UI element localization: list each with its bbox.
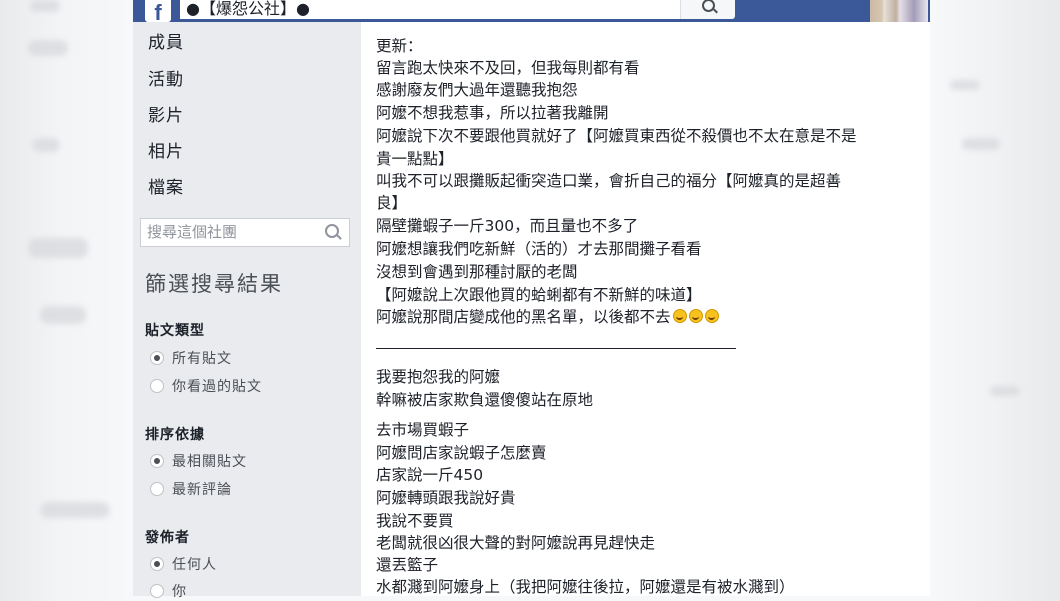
post-line: 老闆就很凶很大聲的對阿嬤說再見趕快走 [376,534,656,552]
post-content: 更新： 留言跑太快來不及回，但我每則都有看 感謝廢友們大過年還聽我抱怨 阿嬤不想… [361,22,930,596]
post-line: 良】 [376,194,408,212]
sidebar-item-files[interactable]: 檔案 [148,173,184,198]
radio-unchecked-icon[interactable] [150,379,164,393]
top-navigation-bar: f ●【爆怨公社】● [133,0,930,22]
facebook-logo-icon[interactable]: f [145,0,171,22]
post-line: 叫我不可以跟攤販起衝突造口業，會折自己的福分【阿嬤真的是超善 [376,172,842,190]
post-line: 幹嘛被店家欺負還傻傻站在原地 [376,391,594,409]
post-line: 留言跑太快來不及回，但我每則都有看 [376,59,640,77]
post-line: 店家說一斤450 [376,466,484,484]
search-icon[interactable] [325,224,339,238]
post-line: 還丟籃子 [376,556,439,574]
radio-checked-icon[interactable] [150,454,164,468]
divider-line [376,348,736,349]
sidebar-item-members[interactable]: 成員 [148,28,184,53]
search-icon [702,0,715,12]
post-line: 阿嬤不想我惹事，所以拉著我離開 [376,104,609,122]
sidebar-item-photos[interactable]: 相片 [148,137,184,162]
laughing-emoji-icon [672,309,687,323]
laughing-emoji-icon [688,309,703,323]
post-line: 我要抱怨我的阿嬤 [376,368,501,386]
group-name-search-text[interactable]: ●【爆怨公社】● [186,0,310,19]
group-sidebar: 成員 活動 影片 相片 檔案 篩選搜尋結果 貼文類型 所有貼文 你看過的貼文 排… [133,22,361,600]
post-line: 我說不要買 [376,512,454,530]
radio-checked-icon[interactable] [150,557,164,571]
post-line: 去市場買蝦子 [376,421,470,439]
post-line: 貴一點點】 [376,150,454,168]
posted-by-title: 發佈者 [145,530,190,546]
profile-avatar[interactable] [870,0,928,22]
top-search-bar[interactable]: ●【爆怨公社】● [180,0,735,19]
post-line: 阿嬤想讓我們吃新鮮（活的）才去那間攤子看看 [376,240,702,258]
radio-unchecked-icon[interactable] [150,482,164,496]
post-line: 阿嬤轉頭跟我說好貴 [376,489,516,507]
group-search-input[interactable] [147,222,307,242]
post-line: 沒想到會遇到那種討厭的老闆 [376,263,578,281]
sidebar-item-videos[interactable]: 影片 [148,101,184,126]
post-line: 阿嬤說下次不要跟他買就好了【阿嬤買東西從不殺價也不太在意是不是 [376,127,857,145]
filter-results-title: 篩選搜尋結果 [145,272,283,296]
post-line: 隔壁攤蝦子一斤300，而且量也不多了 [376,217,639,235]
search-button[interactable] [680,0,735,19]
post-line: 更新： [376,37,423,55]
group-search-box[interactable] [140,218,350,247]
post-line: 阿嬤問店家說蝦子怎麼賣 [376,444,547,462]
sidebar-item-events[interactable]: 活動 [148,65,184,90]
laughing-emoji-icon [704,309,719,323]
post-type-title: 貼文類型 [145,323,205,339]
post-line: 【阿嬤說上次跟他買的蛤蜊都有不新鮮的味道】 [376,286,702,304]
radio-checked-icon[interactable] [150,351,164,365]
sort-by-title: 排序依據 [145,427,205,443]
post-line-with-emoji: 阿嬤說那間店變成他的黑名單，以後都不去 [376,307,719,327]
post-line: 感謝廢友們大過年還聽我抱怨 [376,81,578,99]
post-line: 水都濺到阿嬤身上（我把阿嬤往後拉，阿嬤還是有被水濺到） [376,578,795,596]
